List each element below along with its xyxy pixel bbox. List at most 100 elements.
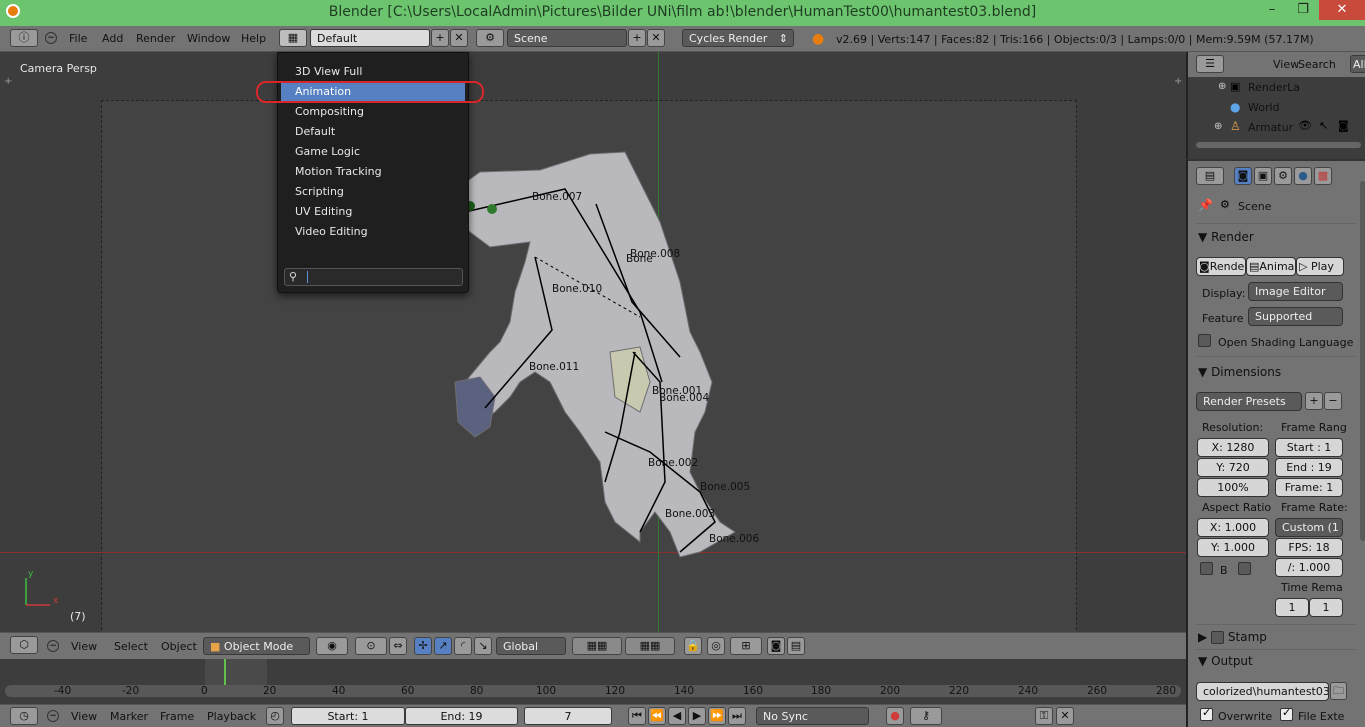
close-button[interactable]: ✕ <box>1319 0 1365 20</box>
menu-search-input[interactable]: ⚲ <box>284 268 463 286</box>
resolution-x-field[interactable]: X: 1280 <box>1197 438 1269 457</box>
resolution-percentage-field[interactable]: 100% <box>1197 478 1269 497</box>
menu-frame[interactable]: Frame <box>160 710 194 723</box>
collapse-menus-icon[interactable]: − <box>47 710 59 722</box>
remap-old-field[interactable]: 1 <box>1275 598 1309 617</box>
render-presets-select[interactable]: Render Presets <box>1196 392 1302 411</box>
preview-range-button[interactable]: ◴ <box>266 707 284 725</box>
menu-object[interactable]: Object <box>161 640 197 653</box>
menu-render[interactable]: Render <box>136 32 175 45</box>
menu-help[interactable]: Help <box>241 32 266 45</box>
overwrite-checkbox[interactable]: ✓ <box>1200 706 1213 721</box>
tab-scene[interactable]: ⚙ <box>1274 167 1292 185</box>
border-checkbox[interactable] <box>1200 562 1213 575</box>
expand-icon[interactable]: ⊕ <box>1218 81 1226 92</box>
sync-mode-select[interactable]: No Sync <box>756 707 869 725</box>
cursor-icon[interactable]: ↖ <box>1319 119 1328 132</box>
delete-scene-button[interactable]: ✕ <box>647 29 665 47</box>
menu-view[interactable]: View <box>71 710 97 723</box>
transform-orientation-select[interactable]: Global <box>496 637 566 655</box>
snap-element-button[interactable]: ⊞ <box>730 637 762 655</box>
add-preset-button[interactable]: + <box>1305 392 1323 410</box>
menu-item-uv-editing[interactable]: UV Editing <box>281 202 465 222</box>
current-frame-marker[interactable] <box>224 659 226 685</box>
pivot-point-button[interactable]: ⊙ <box>355 637 387 655</box>
menu-playback[interactable]: Playback <box>207 710 256 723</box>
current-frame-field[interactable]: 7 <box>524 707 612 725</box>
camera-icon[interactable]: ◙ <box>1338 119 1349 132</box>
eye-icon[interactable]: 👁 <box>1298 119 1312 132</box>
menu-item-default[interactable]: Default <box>281 122 465 142</box>
remap-new-field[interactable]: 1 <box>1309 598 1343 617</box>
menu-item-motion-tracking[interactable]: Motion Tracking <box>281 162 465 182</box>
editor-type-3d-button[interactable]: ⬡ <box>10 636 38 654</box>
tab-world[interactable]: ● <box>1294 167 1312 185</box>
menu-add[interactable]: Add <box>102 32 123 45</box>
end-frame-field[interactable]: End: 19 <box>405 707 518 725</box>
file-extensions-checkbox[interactable]: ✓ <box>1280 706 1293 721</box>
crop-checkbox[interactable] <box>1238 562 1251 575</box>
play-reverse-button[interactable]: ◀ <box>668 707 686 725</box>
browse-folder-button[interactable]: 🗀 <box>1330 682 1347 700</box>
insert-keyframe-button[interactable]: ⚿ <box>1035 707 1053 725</box>
timeline-area[interactable]: -40 -20 0 20 40 60 80 100 120 140 160 18… <box>0 659 1186 704</box>
menu-search[interactable]: Search <box>1298 58 1336 71</box>
tab-render[interactable]: ◙ <box>1234 167 1252 185</box>
tab-texture[interactable]: ▩ <box>1314 167 1332 185</box>
tab-render-layers[interactable]: ▣ <box>1254 167 1272 185</box>
frame-start-field[interactable]: Start : 1 <box>1275 438 1343 457</box>
layers-block-1[interactable]: ▦▦ <box>572 637 622 655</box>
menu-file[interactable]: File <box>69 32 87 45</box>
frame-step-field[interactable]: Frame: 1 <box>1275 478 1343 497</box>
add-screen-button[interactable]: + <box>431 29 449 47</box>
menu-item-game-logic[interactable]: Game Logic <box>281 142 465 162</box>
fps-base-field[interactable]: /: 1.000 <box>1275 558 1343 577</box>
rotate-manipulator[interactable]: ◜ <box>454 637 472 655</box>
editor-type-outliner-button[interactable]: ☰ <box>1196 55 1224 73</box>
fps-field[interactable]: FPS: 18 <box>1275 538 1343 557</box>
editor-type-properties-button[interactable]: ▤ <box>1196 167 1224 185</box>
properties-scrollbar[interactable] <box>1360 181 1365 541</box>
translate-manipulator[interactable]: ↗ <box>434 637 452 655</box>
editor-type-timeline-button[interactable]: ◷ <box>10 707 38 725</box>
frame-end-field[interactable]: End : 19 <box>1275 458 1343 477</box>
next-keyframe-button[interactable]: ⏩ <box>708 707 726 725</box>
start-frame-field[interactable]: Start: 1 <box>291 707 405 725</box>
aspect-x-field[interactable]: X: 1.000 <box>1197 518 1269 537</box>
menu-window[interactable]: Window <box>187 32 230 45</box>
resolution-y-field[interactable]: Y: 720 <box>1197 458 1269 477</box>
maximize-button[interactable]: ❐ <box>1288 0 1318 20</box>
prev-keyframe-button[interactable]: ⏪ <box>648 707 666 725</box>
menu-view[interactable]: View <box>71 640 97 653</box>
jump-end-button[interactable]: ⏭ <box>728 707 746 725</box>
opengl-render-button[interactable]: ▤ <box>787 637 805 655</box>
stamp-checkbox[interactable] <box>1211 631 1225 644</box>
lock-camera-button[interactable]: 🔒 <box>684 637 702 655</box>
jump-start-button[interactable]: ⏮ <box>628 707 646 725</box>
menu-item-video-editing[interactable]: Video Editing <box>281 222 465 242</box>
layers-block-2[interactable]: ▦▦ <box>625 637 675 655</box>
display-select[interactable]: Image Editor <box>1248 282 1343 301</box>
scale-manipulator[interactable]: ↘ <box>474 637 492 655</box>
collapse-menus-icon[interactable]: − <box>45 32 57 44</box>
render-animation-button[interactable]: ▤Anima <box>1246 257 1296 276</box>
display-filter-select[interactable]: All <box>1350 55 1365 73</box>
keying-set-button[interactable]: ⚷ <box>910 707 942 725</box>
outliner-scrollbar[interactable] <box>1196 142 1361 148</box>
pin-icon[interactable]: 📌 <box>1198 198 1213 212</box>
auto-keying-button[interactable]: ● <box>886 707 904 725</box>
3d-viewport[interactable]: Camera Persp + + Bone.007 Bone.008 Bone … <box>0 52 1186 632</box>
screen-layout-button[interactable]: ▦ <box>279 29 307 47</box>
minimize-button[interactable]: – <box>1257 0 1287 20</box>
render-preview-button[interactable]: ◙ <box>767 637 785 655</box>
outliner-item-world[interactable]: World <box>1248 101 1280 114</box>
scene-selector-button[interactable]: ⚙ <box>476 29 504 47</box>
menu-view[interactable]: View <box>1273 58 1299 71</box>
delete-screen-button[interactable]: ✕ <box>450 29 468 47</box>
stamp-panel-header[interactable]: ▶ Stamp <box>1198 630 1267 644</box>
feature-set-select[interactable]: Supported <box>1248 307 1343 326</box>
editor-type-info-button[interactable]: ⓘ <box>10 29 38 47</box>
dimensions-panel-header[interactable]: ▼ Dimensions <box>1198 365 1281 379</box>
delete-keyframe-button[interactable]: ✕ <box>1056 707 1074 725</box>
menu-select[interactable]: Select <box>114 640 148 653</box>
